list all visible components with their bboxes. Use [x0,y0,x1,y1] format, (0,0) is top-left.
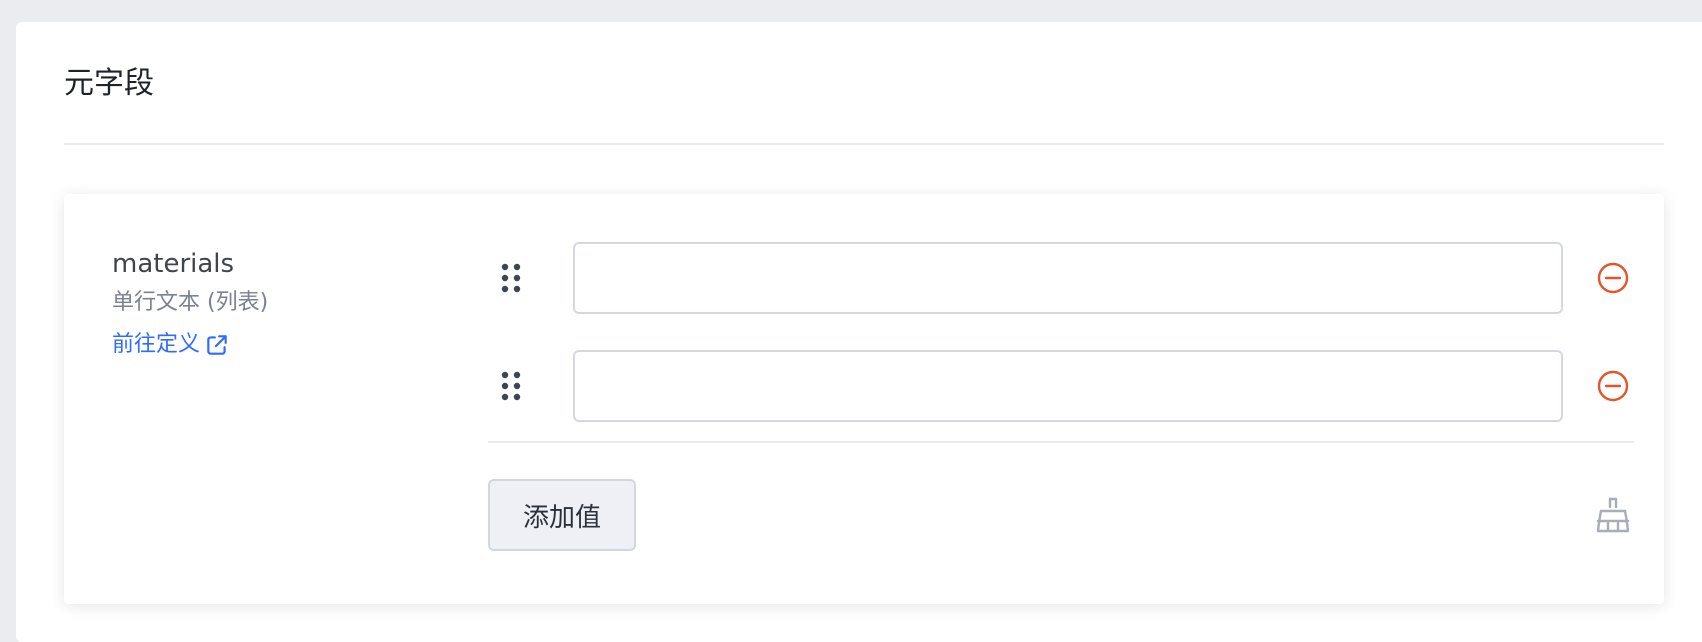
field-type-label: 单行文本 (列表) [112,290,269,315]
panel-title: 元字段 [64,66,154,101]
field-name: materials [112,249,235,279]
value-input[interactable] [573,242,1563,314]
value-row [488,350,1634,422]
minus-circle-icon[interactable] [1595,368,1631,404]
minus-circle-icon[interactable] [1595,260,1631,296]
value-row [488,242,1634,314]
metafield-card: materials 单行文本 (列表) 前往定义 添加值 [64,194,1664,604]
definition-link-label: 前往定义 [112,332,201,357]
field-meta: materials 单行文本 (列表) 前往定义 [112,246,268,362]
values-divider [488,441,1634,443]
broom-icon[interactable] [1593,495,1633,535]
drag-handle-icon[interactable] [494,261,528,295]
value-input[interactable] [573,350,1563,422]
go-to-definition-link[interactable]: 前往定义 [112,328,230,362]
title-divider [64,143,1664,145]
metafields-panel: 元字段 materials 单行文本 (列表) 前往定义 添加值 [16,22,1702,642]
external-link-icon [207,335,227,355]
values-list: 添加值 [488,242,1634,551]
drag-handle-icon[interactable] [494,369,528,403]
add-value-button[interactable]: 添加值 [488,479,636,551]
